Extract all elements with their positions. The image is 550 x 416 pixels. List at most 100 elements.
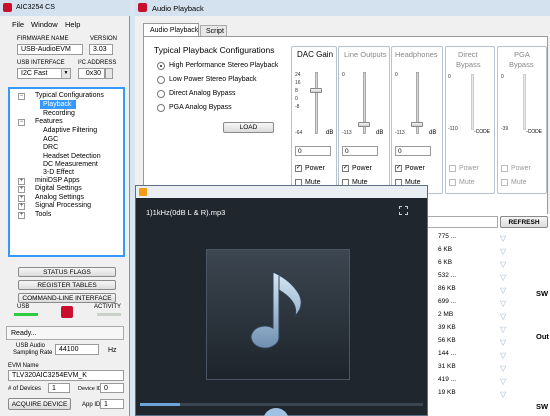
fullscreen-icon[interactable] <box>399 206 408 215</box>
ti-logo-icon <box>3 3 12 12</box>
sampling-rate-label-1: USB Audio <box>16 343 46 349</box>
tree-expander-icon[interactable]: + <box>18 178 25 185</box>
power-checkbox[interactable]: ✓ <box>295 165 302 172</box>
direct-bypass-slider-track[interactable] <box>471 74 474 130</box>
pga-bypass-slider-track[interactable] <box>523 74 526 130</box>
tick-label: 24 <box>295 72 301 78</box>
menu-window[interactable]: Window <box>31 20 58 29</box>
line-outputs-slider-thumb[interactable] <box>358 122 370 127</box>
headphones-title: Headphones <box>395 50 438 59</box>
tree-expander-icon[interactable]: + <box>18 212 25 219</box>
option-label[interactable]: Direct Analog Bypass <box>169 90 236 97</box>
typical-config-header: Typical Playback Configurations <box>154 45 275 55</box>
mute-checkbox[interactable] <box>501 179 508 186</box>
dac-gain-slider-track[interactable] <box>315 72 318 134</box>
tree-item-features[interactable]: Features <box>35 118 63 125</box>
radio-high-performance[interactable] <box>157 62 165 70</box>
tree-expander-icon[interactable]: − <box>18 119 25 126</box>
power-checkbox[interactable] <box>449 165 456 172</box>
play-button[interactable] <box>263 408 289 416</box>
explorer-path-field[interactable] <box>420 216 498 228</box>
direct-bypass-title-1: Direct <box>458 50 478 59</box>
tree-item-minidsp-apps[interactable]: miniDSP Apps <box>35 177 80 184</box>
sampling-unit-label: Hz <box>108 347 117 354</box>
tree-item-3d-effect[interactable]: 3-D Effect <box>43 169 74 176</box>
mute-label: Mute <box>511 179 527 186</box>
power-label: Power <box>305 165 325 172</box>
line-outputs-title: Line Outputs <box>344 50 387 59</box>
radio-direct-analog-bypass[interactable] <box>157 90 165 98</box>
tree-item-drc[interactable]: DRC <box>43 144 58 151</box>
status-flags-button[interactable]: STATUS FLAGS <box>18 267 116 277</box>
dac-gain-slider-thumb[interactable] <box>310 88 322 93</box>
i2c-address-spinner[interactable] <box>105 68 113 79</box>
menu-help[interactable]: Help <box>65 20 80 29</box>
tick-label: 16 <box>295 80 301 86</box>
dac-gain-ticks: 24 16 8 0 -8 -64 <box>295 72 311 136</box>
menu-file[interactable]: File <box>12 20 24 29</box>
navigation-tree: − Typical Configurations Playback Record… <box>8 87 125 257</box>
mute-checkbox[interactable] <box>449 179 456 186</box>
tree-item-dc-measurement[interactable]: DC Measurement <box>43 161 98 168</box>
seek-bar[interactable] <box>140 403 423 406</box>
album-art <box>206 249 350 380</box>
tick-label: 0 <box>501 74 504 80</box>
power-checkbox[interactable]: ✓ <box>395 165 402 172</box>
i2c-address-field[interactable]: 0x30 <box>78 68 105 79</box>
acquire-device-button[interactable]: ACQUIRE DEVICE <box>8 398 71 410</box>
power-checkbox[interactable] <box>501 165 508 172</box>
tree-item-signal-processing[interactable]: Signal Processing <box>35 202 91 209</box>
line-outputs-value-field[interactable]: 0 <box>342 146 378 156</box>
tree-expander-icon[interactable]: + <box>18 195 25 202</box>
tab-audio-playback[interactable]: Audio Playback <box>143 23 199 36</box>
tree-item-agc[interactable]: AGC <box>43 136 58 143</box>
tree-item-recording[interactable]: Recording <box>43 110 75 117</box>
firmware-name-field: USB-AudioEVM <box>17 44 83 55</box>
headphones-ticks: 0 -113 <box>395 72 409 136</box>
tree-expander-icon[interactable]: + <box>18 203 25 210</box>
tab-script[interactable]: Script <box>200 25 227 36</box>
tick-label: 8 <box>295 88 298 94</box>
tree-item-digital-settings[interactable]: Digital Settings <box>35 185 82 192</box>
power-label: Power <box>352 165 372 172</box>
tree-expander-icon[interactable]: + <box>18 186 25 193</box>
title-bar: AIC3254 CS <box>0 0 130 16</box>
line-outputs-ticks: 0 -113 <box>342 72 356 136</box>
radio-pga-analog-bypass[interactable] <box>157 104 165 112</box>
sampling-rate-field[interactable]: 44100 <box>55 344 99 355</box>
tick-label: -113 <box>342 130 352 136</box>
tree-item-typical-configurations[interactable]: Typical Configurations <box>35 92 104 99</box>
option-label[interactable]: High Performance Stereo Playback <box>169 62 278 69</box>
radio-low-power[interactable] <box>157 76 165 84</box>
power-checkbox[interactable]: ✓ <box>342 165 349 172</box>
command-line-interface-button[interactable]: COMMAND-LINE INTERFACE <box>18 293 116 303</box>
register-tables-button[interactable]: REGISTER TABLES <box>18 280 116 290</box>
option-label[interactable]: PGA Analog Bypass <box>169 104 232 111</box>
headphones-slider-thumb[interactable] <box>411 122 423 127</box>
firmware-name-label: FIRMWARE NAME <box>17 36 69 42</box>
tree-item-adaptive-filtering[interactable]: Adaptive Filtering <box>43 127 97 134</box>
tick-label: -39 <box>501 126 509 132</box>
option-label[interactable]: Low Power Stereo Playback <box>169 76 257 83</box>
side-label: SW <box>536 402 549 411</box>
tree-expander-icon[interactable]: − <box>18 93 25 100</box>
tick-label: 0 <box>395 72 398 78</box>
dac-gain-value: 0 <box>298 147 302 155</box>
status-text: Ready... <box>11 330 37 337</box>
device-id-field[interactable]: 0 <box>100 383 124 393</box>
load-button[interactable]: LOAD <box>223 122 274 133</box>
usb-interface-select[interactable]: I2C Fast ▼ <box>17 68 71 79</box>
headphones-value-field[interactable]: 0 <box>395 146 431 156</box>
tree-item-tools[interactable]: Tools <box>35 211 51 218</box>
tick-label: -8 <box>295 104 300 110</box>
dac-gain-title: DAC Gain <box>297 50 334 59</box>
version-field: 3.03 <box>89 44 113 55</box>
device-id-label: Device ID <box>78 386 102 392</box>
dac-gain-value-field[interactable]: 0 <box>295 146 331 156</box>
app-id-label: App ID <box>82 402 101 408</box>
chevron-down-icon: ▼ <box>61 69 70 78</box>
tree-item-headset-detection[interactable]: Headset Detection <box>43 153 101 160</box>
tree-item-analog-settings[interactable]: Analog Settings <box>35 194 84 201</box>
refresh-button[interactable]: REFRESH <box>500 216 548 228</box>
media-player-icon <box>139 188 147 196</box>
